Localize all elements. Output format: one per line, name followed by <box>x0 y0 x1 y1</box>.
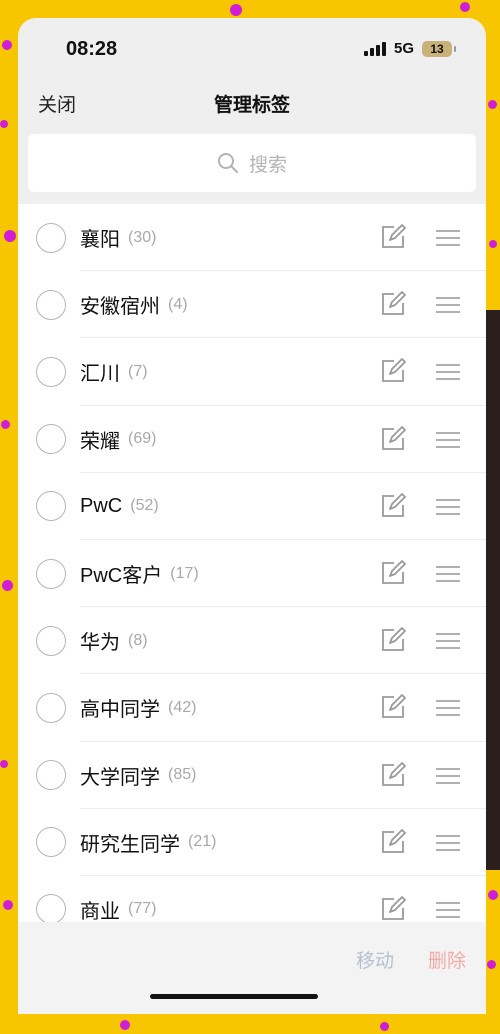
select-radio[interactable] <box>36 356 66 387</box>
tag-count: (4) <box>168 295 188 313</box>
edit-icon[interactable] <box>380 560 406 586</box>
tag-count: (52) <box>130 497 159 515</box>
select-radio[interactable] <box>36 760 66 791</box>
nav-bar: 关闭 管理标签 <box>18 84 486 124</box>
status-indicators: 5G 13 <box>363 40 456 57</box>
edit-icon[interactable] <box>380 627 406 653</box>
edit-icon[interactable] <box>380 761 406 788</box>
tag-name: 大学同学 <box>80 766 160 789</box>
status-bar: 08:28 5G 13 <box>18 18 486 80</box>
list-item[interactable]: 商业 (77) <box>18 876 486 922</box>
select-radio[interactable] <box>36 692 66 723</box>
drag-handle-icon[interactable] <box>436 767 460 785</box>
tag-count: (30) <box>128 228 157 246</box>
signal-icon <box>363 41 386 56</box>
tag-count: (7) <box>128 362 148 380</box>
tag-name: 汇川 <box>80 363 120 386</box>
tag-name: 安徽宿州 <box>80 296 160 319</box>
edit-icon[interactable] <box>380 425 406 452</box>
search-icon <box>217 153 238 173</box>
tag-count: (17) <box>170 564 199 582</box>
list-item[interactable]: 华为 (8) <box>18 607 486 675</box>
drag-handle-icon[interactable] <box>436 632 460 650</box>
tag-management-sheet: 08:28 5G 13 关闭 管理标签 搜索 襄阳 (30) 安徽宿州 (4) … <box>18 18 486 1014</box>
tag-count: (69) <box>128 430 157 448</box>
edit-icon[interactable] <box>380 694 406 720</box>
tag-list: 襄阳 (30) 安徽宿州 (4) 汇川 (7) 荣耀 (69) PwC (52)… <box>18 204 486 922</box>
home-indicator[interactable] <box>150 994 318 999</box>
tag-count: (21) <box>188 833 217 851</box>
list-item[interactable]: 荣耀 (69) <box>18 406 486 473</box>
select-radio[interactable] <box>36 827 66 858</box>
tag-name: 襄阳 <box>80 229 120 252</box>
tag-name: 高中同学 <box>80 699 160 722</box>
tag-count: (77) <box>128 900 157 918</box>
tag-name: 研究生同学 <box>80 833 180 856</box>
tag-name: PwC客户 <box>80 565 163 588</box>
battery-icon: 13 <box>422 40 456 57</box>
tag-name: PwC <box>80 494 123 517</box>
drag-handle-icon[interactable] <box>436 901 460 919</box>
select-radio[interactable] <box>36 558 66 589</box>
edit-icon[interactable] <box>380 358 406 384</box>
edit-icon[interactable] <box>380 224 406 250</box>
select-radio[interactable] <box>36 491 66 522</box>
search-placeholder: 搜索 <box>248 154 287 176</box>
tag-name: 华为 <box>80 632 120 655</box>
search-input[interactable]: 搜索 <box>28 134 476 192</box>
select-radio[interactable] <box>36 424 66 455</box>
edit-icon[interactable] <box>380 895 406 922</box>
list-item[interactable]: PwC (52) <box>18 473 486 540</box>
drag-handle-icon[interactable] <box>436 565 460 583</box>
delete-button[interactable]: 删除 <box>428 946 466 973</box>
page-title: 管理标签 <box>213 95 290 116</box>
select-radio[interactable] <box>36 894 66 922</box>
select-radio[interactable] <box>36 289 66 320</box>
bottom-action-bar: 移动 删除 <box>18 922 486 1014</box>
status-time: 08:28 <box>66 38 118 60</box>
edit-icon[interactable] <box>380 828 406 855</box>
drag-handle-icon[interactable] <box>436 296 460 314</box>
tag-name: 商业 <box>80 900 120 922</box>
drag-handle-icon[interactable] <box>436 834 460 852</box>
edit-icon[interactable] <box>380 492 406 519</box>
select-radio[interactable] <box>36 625 66 656</box>
edit-icon[interactable] <box>380 291 406 317</box>
tag-count: (8) <box>128 631 148 649</box>
drag-handle-icon[interactable] <box>436 699 460 717</box>
drag-handle-icon[interactable] <box>436 229 460 247</box>
drag-handle-icon[interactable] <box>436 431 460 449</box>
network-type: 5G <box>393 40 414 57</box>
list-item[interactable]: 襄阳 (30) <box>18 204 486 272</box>
drag-handle-icon[interactable] <box>436 498 460 516</box>
list-item[interactable]: 大学同学 (85) <box>18 742 486 809</box>
tag-count: (85) <box>168 766 197 784</box>
list-item[interactable]: 汇川 (7) <box>18 338 486 406</box>
tag-count: (42) <box>168 698 197 716</box>
list-item[interactable]: 安徽宿州 (4) <box>18 271 486 339</box>
list-item[interactable]: PwC客户 (17) <box>18 540 486 608</box>
list-item[interactable]: 研究生同学 (21) <box>18 809 486 876</box>
tag-name: 荣耀 <box>80 430 120 453</box>
move-button[interactable]: 移动 <box>356 946 394 973</box>
drag-handle-icon[interactable] <box>436 363 460 381</box>
list-item[interactable]: 高中同学 (42) <box>18 674 486 742</box>
select-radio[interactable] <box>36 222 66 253</box>
